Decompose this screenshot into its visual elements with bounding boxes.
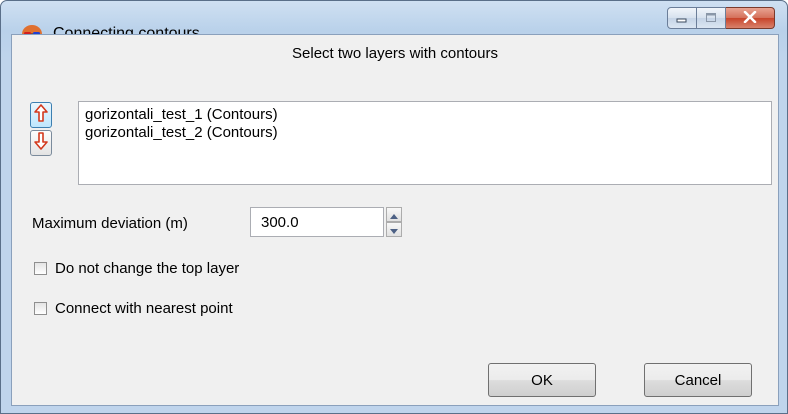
arrow-up-icon [34,104,48,126]
minimize-icon [676,10,688,27]
do-not-change-top-layer-option[interactable]: Do not change the top layer [34,260,239,277]
minimize-button[interactable] [667,7,697,29]
layers-list[interactable]: gorizontali_test_1 (Contours) gorizontal… [78,101,772,185]
max-deviation-label: Maximum deviation (m) [32,215,188,232]
close-icon [743,10,757,27]
max-deviation-spinner [386,207,402,237]
arrow-down-icon [34,132,48,154]
do-not-change-top-layer-checkbox[interactable] [34,262,47,275]
max-deviation-input[interactable] [250,207,384,237]
move-up-button[interactable] [30,102,52,128]
connect-nearest-point-checkbox[interactable] [34,302,47,315]
spin-down-button[interactable] [386,222,402,237]
maximize-button[interactable] [697,7,726,29]
dialog-window: Connecting contours Select two layers wi… [0,0,788,414]
connect-nearest-point-option[interactable]: Connect with nearest point [34,300,233,317]
spin-down-icon [390,221,398,238]
caption-buttons [667,7,775,29]
maximize-icon [705,10,717,27]
list-item[interactable]: gorizontali_test_1 (Contours) [85,106,278,124]
spin-up-button[interactable] [386,207,402,222]
cancel-button[interactable]: Cancel [644,363,752,397]
ok-button[interactable]: OK [488,363,596,397]
dialog-heading: Select two layers with contours [292,45,498,62]
move-down-button[interactable] [30,130,52,156]
dialog-body: Select two layers with contours gorizont… [11,34,779,406]
list-item[interactable]: gorizontali_test_2 (Contours) [85,124,278,142]
close-button[interactable] [726,7,775,29]
do-not-change-top-layer-label: Do not change the top layer [55,260,240,277]
connect-nearest-point-label: Connect with nearest point [55,300,233,317]
